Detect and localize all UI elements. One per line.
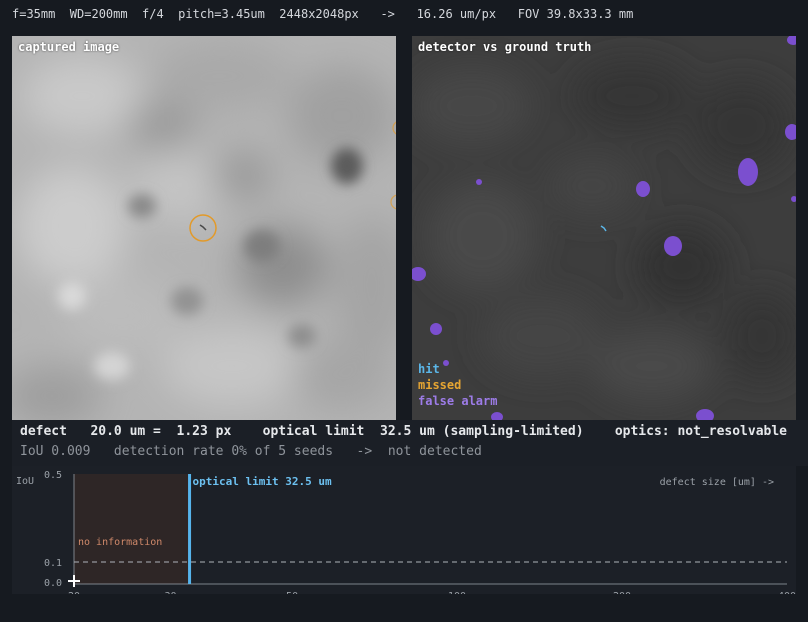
captured-image-panel[interactable]: captured image xyxy=(12,36,396,420)
legend-hit: hit xyxy=(418,362,440,376)
y-tick-label: 0.1 xyxy=(44,558,62,569)
detector-panel-title: detector vs ground truth xyxy=(418,40,592,54)
optical-limit-label: optical limit 32.5 um xyxy=(193,475,332,488)
y-axis-label: IoU xyxy=(16,476,34,487)
x-tick-label: 30 xyxy=(164,591,176,594)
legend-false-alarm: false alarm xyxy=(418,394,498,408)
x-tick-label: 100 xyxy=(448,591,466,594)
legend-missed: missed xyxy=(418,378,462,392)
optics-parameters-bar: f=35mm WD=200mm f/4 pitch=3.45um 2448x20… xyxy=(12,7,634,21)
measurement-summary: defect 20.0 um = 1.23 px optical limit 3… xyxy=(12,420,808,466)
x-tick-label: 50 xyxy=(286,591,298,594)
y-tick-label: 0.5 xyxy=(44,470,62,481)
x-tick-label: 200 xyxy=(613,591,631,594)
detector-overlay-image xyxy=(412,36,796,420)
detection-result-readout: IoU 0.009 detection rate 0% of 5 seeds -… xyxy=(20,444,482,459)
captured-image xyxy=(12,36,396,420)
captured-image-title: captured image xyxy=(18,40,120,54)
y-tick-label: 0.0 xyxy=(44,578,62,589)
iou-vs-size-chart[interactable]: optical limit 32.5 um no information IoU… xyxy=(12,466,796,594)
defect-size-readout: defect 20.0 um = 1.23 px optical limit 3… xyxy=(20,424,788,439)
x-axis-label: defect size [um] -> xyxy=(660,477,774,488)
x-tick-label: 20 xyxy=(68,591,80,594)
no-information-band xyxy=(74,474,190,584)
x-tick-label: 400 xyxy=(778,591,796,594)
no-information-label: no information xyxy=(78,537,162,548)
detector-panel[interactable]: detector vs ground truth hit missed fals… xyxy=(412,36,796,420)
